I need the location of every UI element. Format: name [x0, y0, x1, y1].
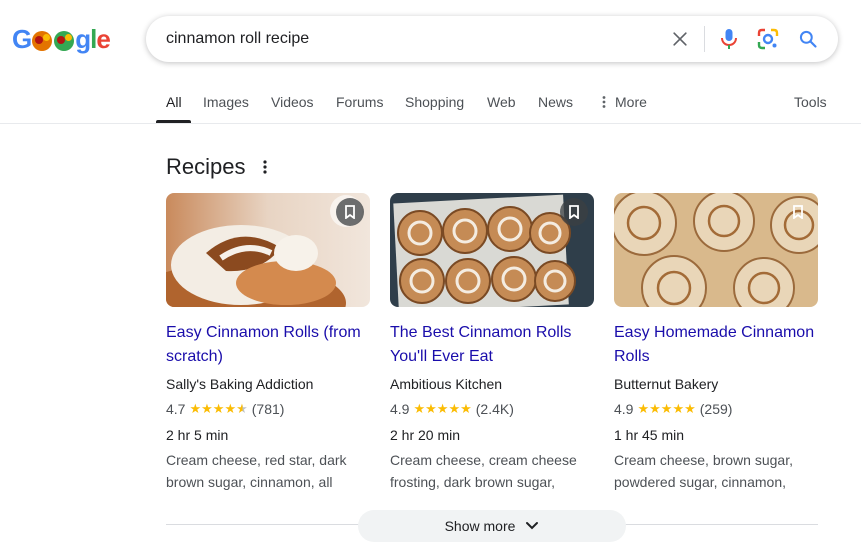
recipe-image[interactable]	[166, 193, 370, 307]
tab-videos[interactable]: Videos	[271, 94, 314, 110]
star-icon: ★	[189, 401, 202, 416]
logo-doodle-second	[54, 31, 75, 51]
logo-letter-e: e	[96, 24, 111, 54]
show-more-label: Show more	[444, 518, 516, 534]
star-icon: ★	[672, 401, 685, 416]
bookmark-icon[interactable]	[336, 198, 364, 226]
chevron-down-icon	[526, 522, 539, 530]
tab-images[interactable]: Images	[203, 94, 249, 110]
rating-stars: ★ ★ ★ ★ ★	[637, 400, 695, 418]
tab-shopping[interactable]: Shopping	[405, 94, 464, 110]
recipe-rating: 4.9 ★ ★ ★ ★ ★ (259)	[614, 400, 732, 418]
google-logo[interactable]: Ggle	[12, 24, 111, 54]
star-icon: ★	[413, 401, 426, 416]
tab-forums[interactable]: Forums	[336, 94, 383, 110]
star-icon: ★	[425, 401, 437, 416]
recipe-card[interactable]: The Best Cinnamon Rolls You'll Ever Eat …	[390, 193, 594, 490]
recipe-source: Ambitious Kitchen	[390, 376, 503, 392]
recipe-time: 1 hr 45 min	[614, 427, 685, 443]
star-icon: ★	[436, 401, 449, 416]
recipe-image[interactable]	[390, 193, 594, 307]
lens-icon[interactable]	[756, 27, 780, 51]
more-vert-icon	[602, 96, 606, 108]
tab-more[interactable]: More	[599, 94, 647, 110]
star-icon: ★	[460, 401, 472, 416]
star-icon: ★	[212, 401, 225, 416]
recipes-heading: Recipes	[166, 154, 246, 179]
review-count: (2.4K)	[475, 401, 514, 417]
recipe-card[interactable]: Easy Homemade Cinnamon Rolls Butternut B…	[614, 193, 818, 490]
star-icon: ★	[684, 401, 696, 416]
recipe-title-link[interactable]: Easy Homemade Cinnamon Rolls	[614, 321, 818, 369]
logo-letter-g2: g	[75, 24, 91, 54]
recipe-time: 2 hr 5 min	[166, 427, 229, 443]
review-count: (259)	[699, 401, 733, 417]
star-icon: ★	[224, 401, 237, 416]
logo-letter-g: G	[12, 24, 32, 54]
recipe-rating: 4.9 ★ ★ ★ ★ ★ (2.4K)	[390, 400, 514, 418]
recipe-card[interactable]: Easy Cinnamon Rolls (from scratch) Sally…	[166, 193, 370, 490]
half-star-icon: ★	[236, 401, 248, 416]
star-icon: ★	[649, 401, 661, 416]
logo-doodle	[32, 31, 53, 51]
search-divider	[704, 26, 705, 52]
search-icon[interactable]	[796, 27, 820, 51]
tabs-divider	[0, 123, 861, 124]
recipe-title-link[interactable]: The Best Cinnamon Rolls You'll Ever Eat	[390, 321, 594, 369]
star-icon: ★	[660, 401, 673, 416]
recipe-ingredients: Cream cheese, cream cheese frosting, dar…	[390, 452, 577, 490]
rating-value: 4.7	[166, 401, 186, 417]
star-icon: ★	[448, 401, 461, 416]
recipe-source: Sally's Baking Addiction	[166, 376, 314, 392]
recipe-image[interactable]	[614, 193, 818, 307]
review-count: (781)	[251, 401, 285, 417]
search-tabs: All Images Videos Forums Shopping Web Ne…	[0, 88, 861, 124]
recipe-time: 2 hr 20 min	[390, 427, 461, 443]
rating-stars: ★ ★ ★ ★ ★	[413, 400, 471, 418]
search-results-page: Ggle cinnamon roll recipe All Images Vid…	[0, 0, 861, 558]
bookmark-icon[interactable]	[560, 198, 588, 226]
rating-stars: ★ ★ ★ ★ ★	[189, 400, 247, 418]
tab-all[interactable]: All	[166, 94, 182, 110]
recipe-ingredients: Cream cheese, brown sugar, powdered suga…	[614, 452, 793, 490]
rating-value: 4.9	[614, 401, 634, 417]
tools-button[interactable]: Tools	[794, 94, 827, 110]
tab-news[interactable]: News	[538, 94, 573, 110]
star-icon: ★	[201, 401, 213, 416]
recipe-source: Butternut Bakery	[614, 376, 719, 392]
recipe-rating: 4.7 ★ ★ ★ ★ ★ (781)	[166, 400, 284, 418]
rating-value: 4.9	[390, 401, 410, 417]
bookmark-icon[interactable]	[784, 198, 812, 226]
clear-icon[interactable]	[668, 27, 692, 51]
tab-more-label: More	[615, 94, 647, 110]
recipes-more-icon[interactable]	[256, 157, 274, 177]
show-more-button[interactable]: Show more	[358, 510, 626, 542]
search-box[interactable]: cinnamon roll recipe	[146, 16, 838, 62]
search-input[interactable]: cinnamon roll recipe	[166, 29, 309, 49]
recipe-title-link[interactable]: Easy Cinnamon Rolls (from scratch)	[166, 321, 370, 369]
star-icon: ★	[637, 401, 650, 416]
tab-web[interactable]: Web	[487, 94, 516, 110]
recipe-ingredients: Cream cheese, red star, dark brown sugar…	[166, 452, 347, 490]
microphone-icon[interactable]	[717, 27, 741, 51]
